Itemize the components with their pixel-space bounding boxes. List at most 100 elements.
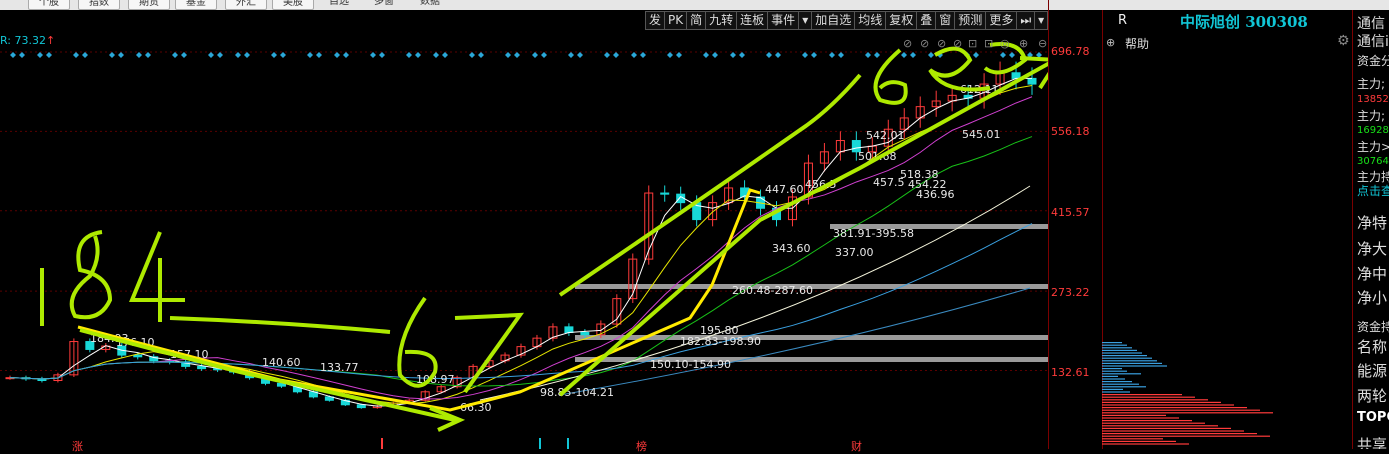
tab-watchlist[interactable]: 自选	[329, 0, 349, 8]
event-marker	[442, 52, 448, 58]
panel-item[interactable]: 名称	[1357, 336, 1387, 357]
fund-flow-panel: 通信 通信i 资金分 主力; 13852 主力; 16928 主力> 30764…	[1352, 10, 1389, 449]
panel-item[interactable]: TOPO	[1357, 410, 1389, 425]
event-marker	[280, 52, 286, 58]
panel-item: 主力>	[1357, 140, 1389, 154]
volume-profile-bar	[1102, 347, 1132, 349]
event-marker	[82, 52, 88, 58]
tab-futures[interactable]: 期货	[128, 0, 170, 10]
event-marker	[928, 52, 934, 58]
tab-multiwindow[interactable]: 多窗	[374, 0, 394, 8]
price-label: 542.01	[866, 129, 905, 142]
event-marker	[505, 52, 511, 58]
tab-funds[interactable]: 基金	[175, 0, 217, 10]
event-marker	[910, 52, 916, 58]
toolbar-events-dropdown[interactable]: ▾	[798, 11, 812, 30]
handwriting-7	[454, 312, 525, 394]
chart-tool-icon[interactable]: ⊡	[984, 37, 993, 50]
chart-tool-icon[interactable]: ⊖	[1038, 37, 1047, 50]
volume-profile-bar	[1102, 383, 1139, 385]
event-marker	[604, 52, 610, 58]
toolbar-send[interactable]: 发	[645, 11, 665, 30]
volume-profile-bar	[1102, 425, 1218, 427]
volume-profile-bar	[1102, 417, 1179, 419]
candlestick-chart[interactable]: 184.93176.10157.10140.60 133.77108.9766.3…	[0, 30, 1048, 449]
event-marker	[640, 52, 646, 58]
event-marker	[802, 52, 808, 58]
help-icon[interactable]: ⊕	[1106, 36, 1115, 49]
volume-profile-bar	[1102, 443, 1189, 445]
event-marker	[631, 52, 637, 58]
tab-data[interactable]: 数据	[420, 0, 440, 8]
toolbar-more-dropdown[interactable]: ▾	[1034, 11, 1049, 30]
event-marker	[811, 52, 817, 58]
panel-item[interactable]: 能源	[1357, 360, 1387, 381]
volume-profile-bar	[1102, 438, 1163, 440]
panel-item[interactable]: 共享	[1357, 434, 1387, 449]
panel-item: 通信i	[1357, 34, 1389, 50]
event-marker	[1000, 52, 1006, 58]
volume-profile-bar	[1102, 396, 1195, 398]
panel-item: 资金持	[1357, 320, 1389, 334]
panel-item: 主力;	[1357, 109, 1386, 123]
toolbar-events[interactable]: 事件	[767, 11, 799, 30]
handwriting-8	[69, 230, 113, 320]
tab-index[interactable]: 指数	[78, 0, 120, 10]
event-marker	[478, 52, 484, 58]
panel-item: 净中	[1357, 265, 1388, 283]
toolbar-overlay[interactable]: 叠	[916, 11, 936, 30]
event-marker	[307, 52, 313, 58]
y-tick-label: 556.18	[1051, 125, 1090, 138]
toolbar-forecast[interactable]: 预测	[954, 11, 986, 30]
help-link[interactable]: 帮助	[1125, 35, 1149, 52]
candle-body	[580, 332, 590, 336]
event-marker	[541, 52, 547, 58]
volume-profile-bar	[1102, 404, 1234, 406]
toolbar-window[interactable]: 窗	[935, 11, 955, 30]
panel-item: 净特	[1357, 214, 1388, 232]
chart-tool-icon[interactable]: ◎	[1000, 37, 1010, 50]
toolbar-limit-up[interactable]: 连板	[736, 11, 768, 30]
panel-item: 净大	[1357, 240, 1388, 258]
volume-profile-bar	[1102, 355, 1147, 357]
volume-profile-bar	[1102, 352, 1142, 354]
price-label: 150.10-154.90	[650, 358, 731, 371]
event-marker	[370, 52, 376, 58]
price-label: 98.85-104.21	[540, 386, 614, 399]
event-marker	[667, 52, 673, 58]
toolbar-adjust[interactable]: 复权	[885, 11, 917, 30]
toolbar-add-watchlist[interactable]: 加自选	[811, 11, 855, 30]
chart-tool-icon[interactable]: ⊘	[920, 37, 929, 50]
toolbar-nine-turn[interactable]: 九转	[705, 11, 737, 30]
chart-tool-icon[interactable]: ⊘	[953, 37, 962, 50]
panel-item: 净小	[1357, 289, 1388, 307]
price-label: 518.38	[900, 168, 939, 181]
panel-link[interactable]: 点击查	[1357, 182, 1389, 199]
toolbar-pk[interactable]: PK	[664, 11, 687, 30]
tab-forex[interactable]: 外汇	[225, 0, 267, 10]
toolbar-moving-average[interactable]: 均线	[854, 11, 886, 30]
bottom-marker: 涨	[72, 440, 83, 453]
volume-profile-bar	[1102, 409, 1260, 411]
chart-tool-icon[interactable]: ⊡	[968, 37, 977, 50]
toolbar-simple[interactable]: 简	[686, 11, 706, 30]
price-label: 133.77	[320, 361, 359, 374]
gear-icon[interactable]: ⚙	[1337, 33, 1350, 49]
event-marker	[208, 52, 214, 58]
volume-profile-bar	[1102, 420, 1192, 422]
chart-tool-icon[interactable]: ⊘	[937, 37, 946, 50]
toolbar-more[interactable]: 更多	[985, 11, 1017, 30]
event-marker	[766, 52, 772, 58]
panel-item[interactable]: 两轮	[1357, 385, 1387, 406]
volume-profile-bar	[1102, 435, 1270, 437]
price-label: 545.01	[962, 128, 1001, 141]
toolbar-skip-icon[interactable]: ⏭	[1016, 11, 1035, 30]
event-marker	[874, 52, 880, 58]
bottom-marker: 财	[851, 440, 862, 453]
chart-tool-icon[interactable]: ⊘	[903, 37, 912, 50]
volume-profile-bar	[1102, 394, 1182, 396]
chart-tool-icon[interactable]: ⊕	[1019, 37, 1028, 50]
tab-stocks[interactable]: 个股	[28, 0, 70, 10]
tab-us-stocks[interactable]: 美股	[272, 0, 314, 10]
volume-profile-bar	[1102, 414, 1166, 416]
